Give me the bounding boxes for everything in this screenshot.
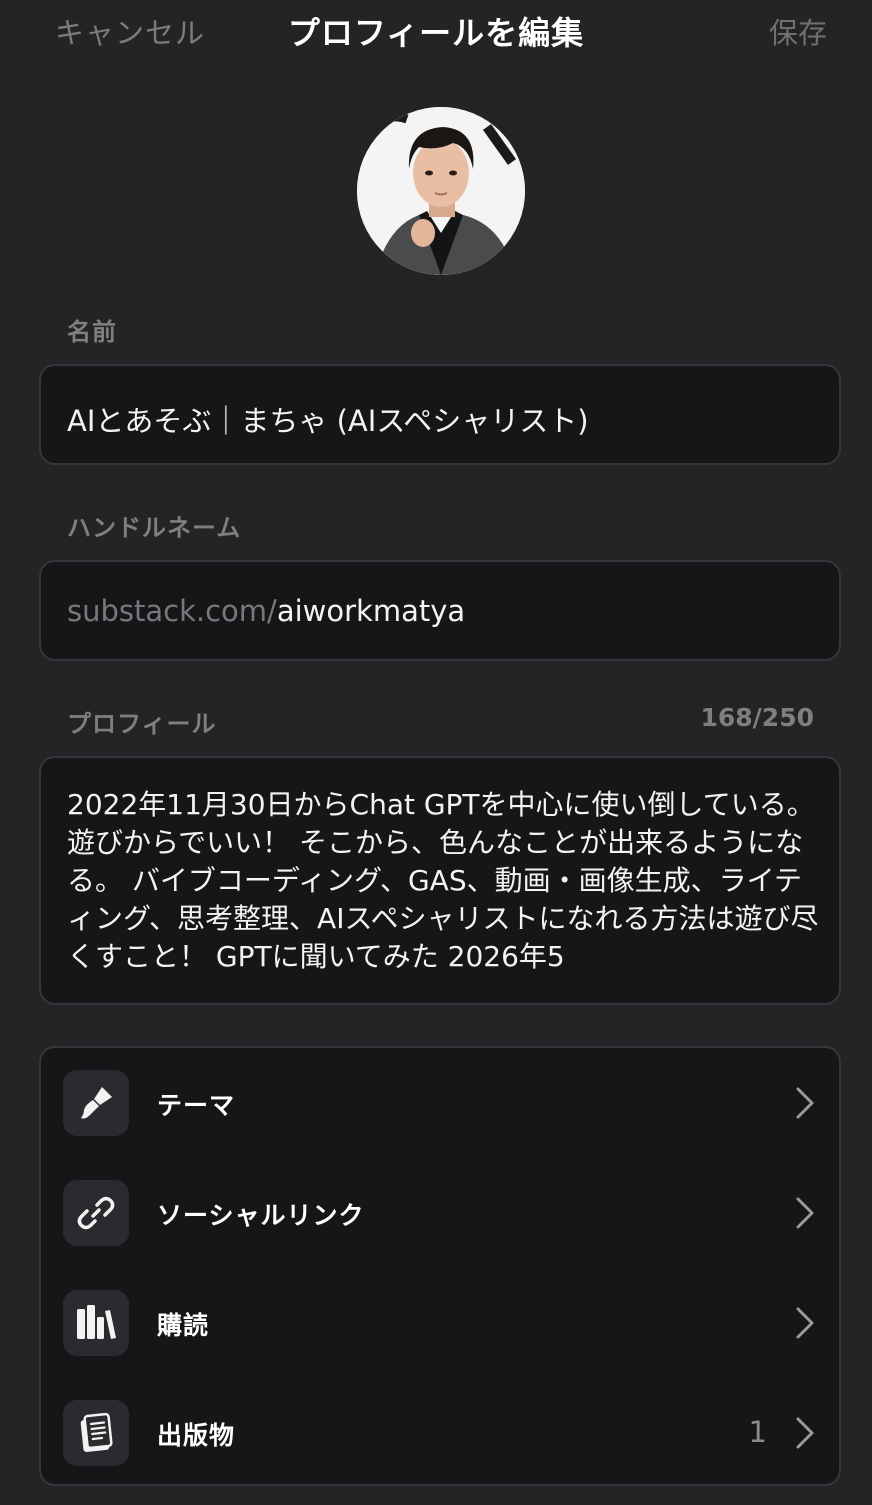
menu-item-subscriptions[interactable]: 購読 bbox=[41, 1268, 839, 1378]
chevron-right-icon bbox=[796, 1197, 814, 1229]
avatar[interactable] bbox=[357, 107, 525, 275]
handle-prefix: substack.com/ bbox=[67, 594, 277, 628]
profile-bio-text: 2022年11月30日からChat GPTを中心に使い倒している。 遊びからでい… bbox=[67, 788, 819, 973]
handle-text: substack.com/aiworkmatya bbox=[67, 594, 465, 628]
library-icon bbox=[63, 1290, 129, 1356]
publications-count: 1 bbox=[748, 1415, 767, 1449]
edit-profile-screen: キャンセル プロフィールを編集 保存 名前 AIとあそぶ｜まちゃ (AIスペシャ… bbox=[0, 0, 872, 1505]
page-title: プロフィールを編集 bbox=[287, 14, 585, 52]
menu-item-label: 出版物 bbox=[157, 1421, 236, 1450]
chevron-right-icon bbox=[796, 1417, 814, 1449]
name-label: 名前 bbox=[67, 318, 117, 346]
handle-value: aiworkmatya bbox=[276, 594, 466, 628]
settings-menu: テーマ ソーシャルリンク 購読 出版物 1 bbox=[39, 1046, 841, 1486]
name-value: AIとあそぶ｜まちゃ (AIスペシャリスト) bbox=[67, 404, 589, 438]
menu-item-social-links[interactable]: ソーシャルリンク bbox=[41, 1158, 839, 1268]
menu-item-publications[interactable]: 出版物 1 bbox=[41, 1378, 839, 1488]
handle-label: ハンドルネーム bbox=[67, 514, 242, 542]
paintbrush-icon bbox=[63, 1070, 129, 1136]
chevron-right-icon bbox=[796, 1087, 814, 1119]
chevron-right-icon bbox=[796, 1307, 814, 1339]
name-field[interactable]: AIとあそぶ｜まちゃ (AIスペシャリスト) bbox=[39, 364, 841, 465]
document-icon bbox=[63, 1400, 129, 1466]
profile-char-counter: 168/250 bbox=[700, 703, 814, 732]
header: キャンセル プロフィールを編集 保存 bbox=[0, 0, 872, 62]
save-button[interactable]: 保存 bbox=[769, 10, 827, 52]
profile-photo-icon bbox=[357, 107, 525, 275]
profile-bio-field[interactable]: 2022年11月30日からChat GPTを中心に使い倒している。 遊びからでい… bbox=[39, 756, 841, 1005]
menu-item-theme[interactable]: テーマ bbox=[41, 1048, 839, 1158]
profile-label: プロフィール bbox=[67, 710, 217, 738]
handle-field[interactable]: substack.com/aiworkmatya bbox=[39, 560, 841, 661]
menu-item-label: ソーシャルリンク bbox=[157, 1201, 365, 1230]
link-icon bbox=[63, 1180, 129, 1246]
menu-item-label: 購読 bbox=[157, 1311, 210, 1340]
menu-item-label: テーマ bbox=[157, 1091, 236, 1120]
